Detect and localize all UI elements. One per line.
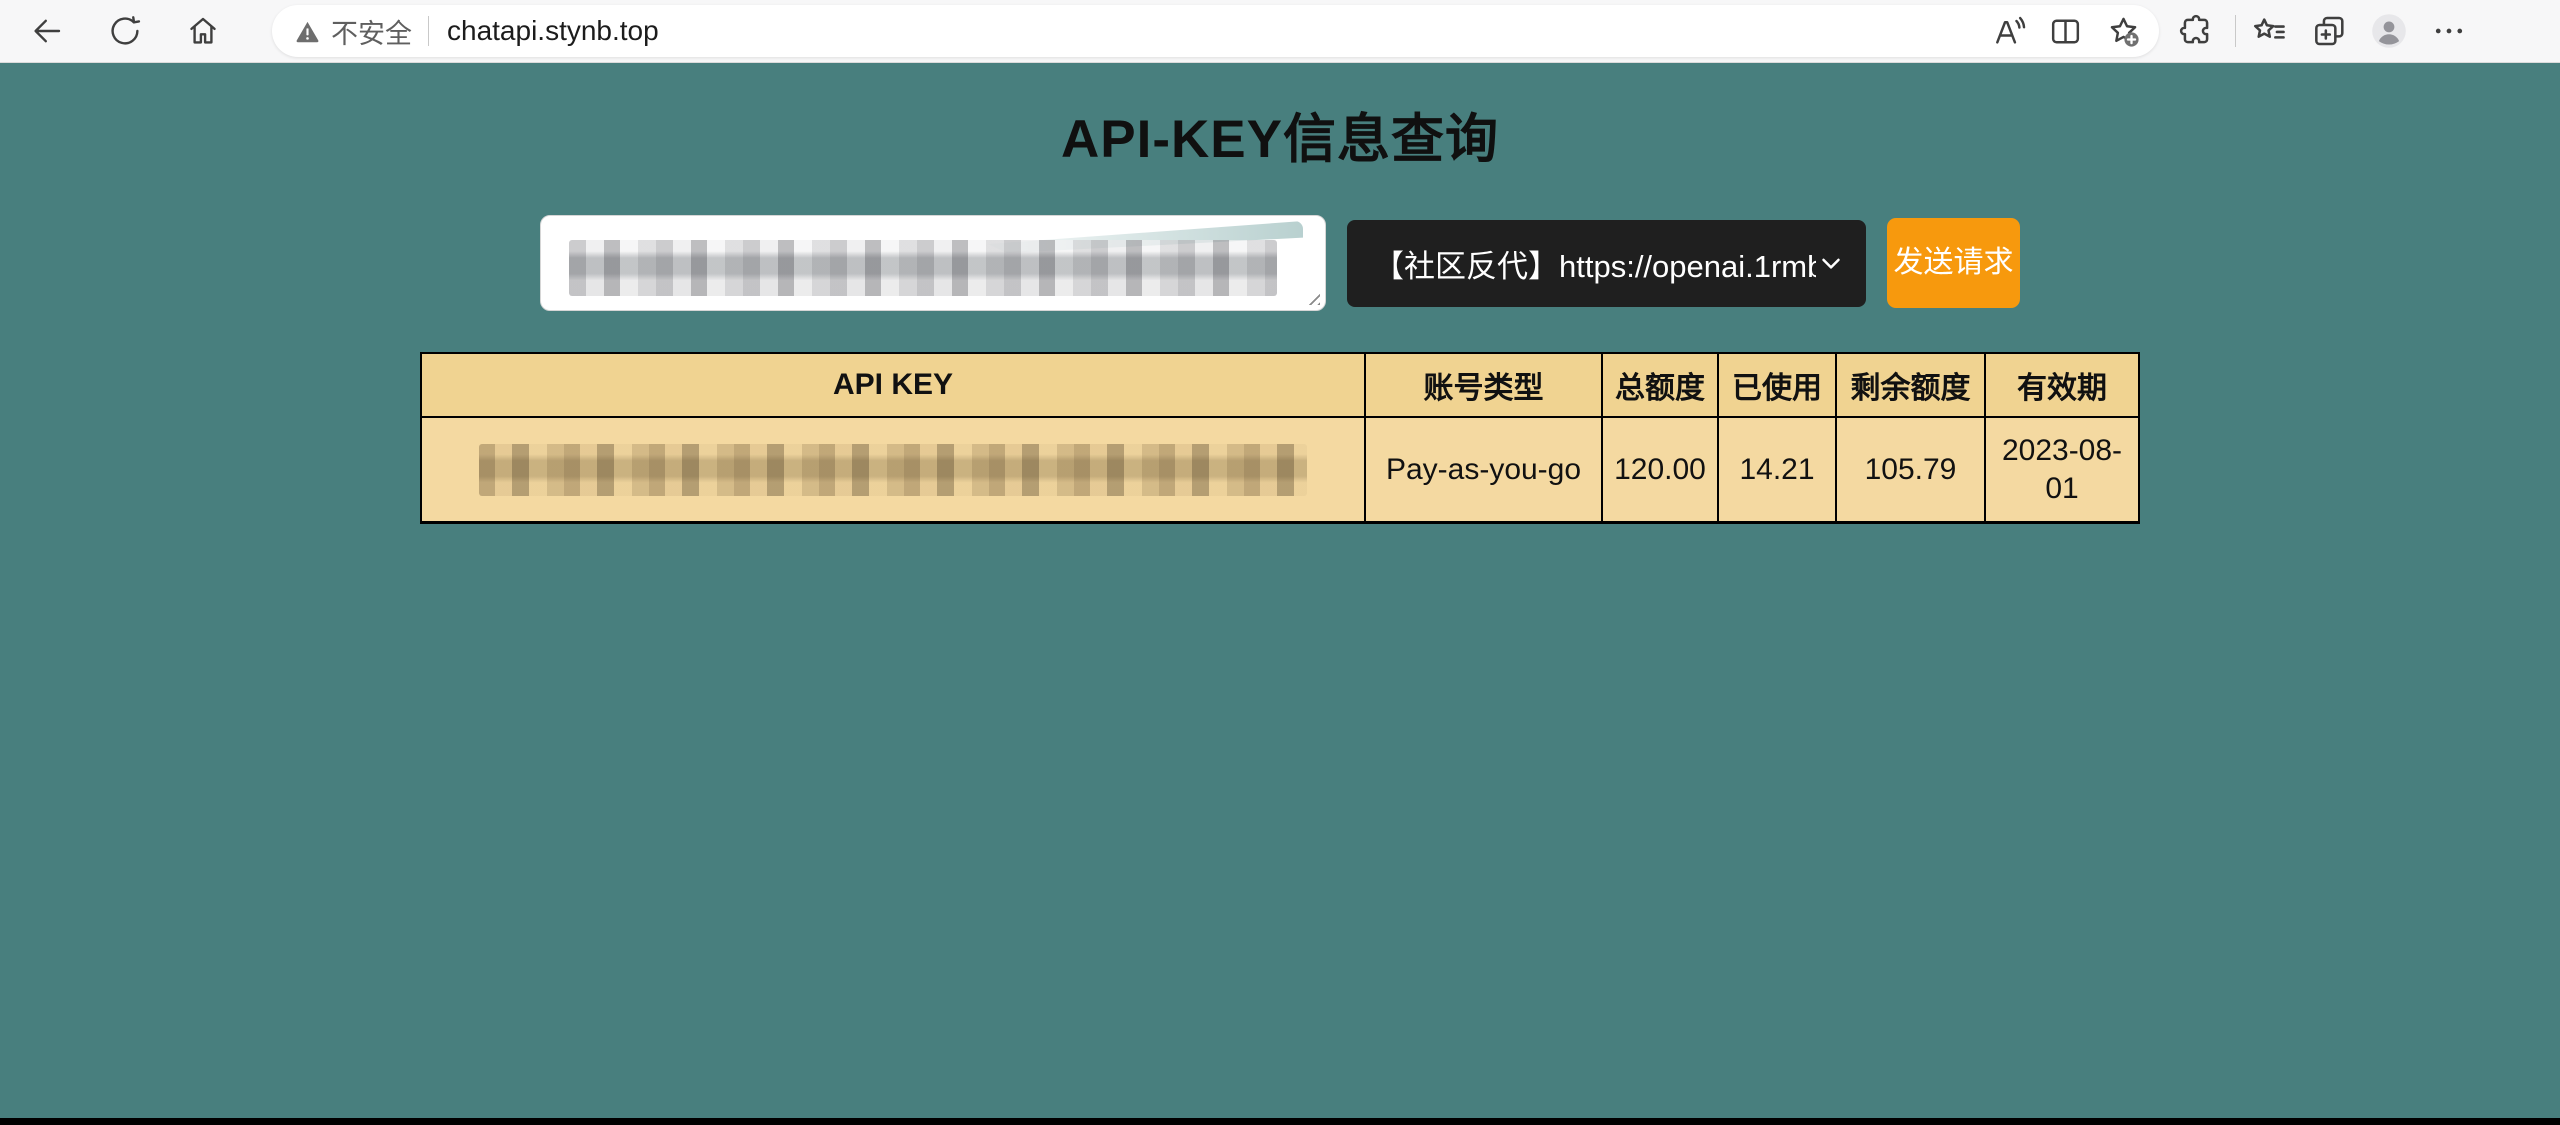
api-key-info-table: API KEY 账号类型 总额度 已使用 剩余额度 有效期 Pay-as-you…: [420, 352, 2140, 524]
proxy-select-value: 【社区反代】https://openai.1rmb.tk: [1373, 241, 1816, 286]
header-account-type: 账号类型: [1365, 353, 1602, 417]
address-bar[interactable]: 不安全 chatapi.stynb.top: [272, 5, 2159, 57]
extensions-icon: [2177, 12, 2215, 50]
back-button[interactable]: [20, 4, 74, 58]
split-screen-button[interactable]: [2043, 9, 2087, 53]
warning-icon: [294, 18, 321, 45]
back-icon: [29, 13, 65, 49]
profile-button[interactable]: [2366, 8, 2412, 54]
split-screen-icon: [2047, 13, 2084, 50]
table-header-row: API KEY 账号类型 总额度 已使用 剩余额度 有效期: [421, 353, 2139, 417]
refresh-button[interactable]: [98, 4, 152, 58]
proxy-select[interactable]: 【社区反代】https://openai.1rmb.tk: [1347, 220, 1866, 307]
page-title: API-KEY信息查询: [0, 63, 2560, 171]
header-expiry: 有效期: [1985, 353, 2139, 417]
collections-icon: [2310, 12, 2348, 50]
redacted-api-key-value: [569, 240, 1277, 296]
header-remaining: 剩余额度: [1836, 353, 1985, 417]
toolbar-divider: [2235, 15, 2236, 47]
home-icon: [185, 13, 221, 49]
query-form: 【社区反代】https://openai.1rmb.tk 发送请求: [0, 215, 2560, 311]
urlbar-divider: [428, 16, 429, 46]
submit-button[interactable]: 发送请求: [1887, 218, 2020, 308]
read-aloud-icon: [1989, 13, 2026, 50]
add-favorite-button[interactable]: [2101, 9, 2145, 53]
chevron-down-icon: [1816, 248, 1846, 278]
read-aloud-button[interactable]: [1985, 9, 2029, 53]
table-row: Pay-as-you-go 120.00 14.21 105.79 2023-0…: [421, 417, 2139, 523]
refresh-icon: [107, 13, 143, 49]
textarea-resize-handle[interactable]: [1303, 288, 1320, 305]
browser-toolbar: 不安全 chatapi.stynb.top: [0, 0, 2560, 63]
more-button[interactable]: [2426, 8, 2472, 54]
header-total-quota: 总额度: [1602, 353, 1718, 417]
profile-icon: [2370, 12, 2408, 50]
cell-total-quota: 120.00: [1602, 417, 1718, 523]
extensions-button[interactable]: [2173, 8, 2219, 54]
security-label[interactable]: 不安全: [331, 12, 412, 51]
url-text: chatapi.stynb.top: [447, 15, 659, 47]
more-icon: [2430, 12, 2468, 50]
cell-remaining: 105.79: [1836, 417, 1985, 523]
favorites-icon: [2250, 12, 2288, 50]
browser-window: 不安全 chatapi.stynb.top: [0, 0, 2560, 1125]
cell-api-key: [421, 417, 1365, 523]
redacted-api-key-cell: [479, 444, 1307, 496]
home-button[interactable]: [176, 4, 230, 58]
cell-account-type: Pay-as-you-go: [1365, 417, 1602, 523]
header-api-key: API KEY: [421, 353, 1365, 417]
bottom-black-bar: [0, 1118, 2560, 1125]
collections-button[interactable]: [2306, 8, 2352, 54]
header-used: 已使用: [1718, 353, 1836, 417]
api-key-textarea[interactable]: [540, 215, 1326, 311]
page-content: API-KEY信息查询 【社区反代】https://openai.1rmb.tk…: [0, 63, 2560, 1125]
toolbar-right: [2173, 8, 2486, 54]
favorites-button[interactable]: [2246, 8, 2292, 54]
cell-used: 14.21: [1718, 417, 1836, 523]
cell-expiry: 2023-08-01: [1985, 417, 2139, 523]
add-favorite-icon: [2105, 13, 2142, 50]
